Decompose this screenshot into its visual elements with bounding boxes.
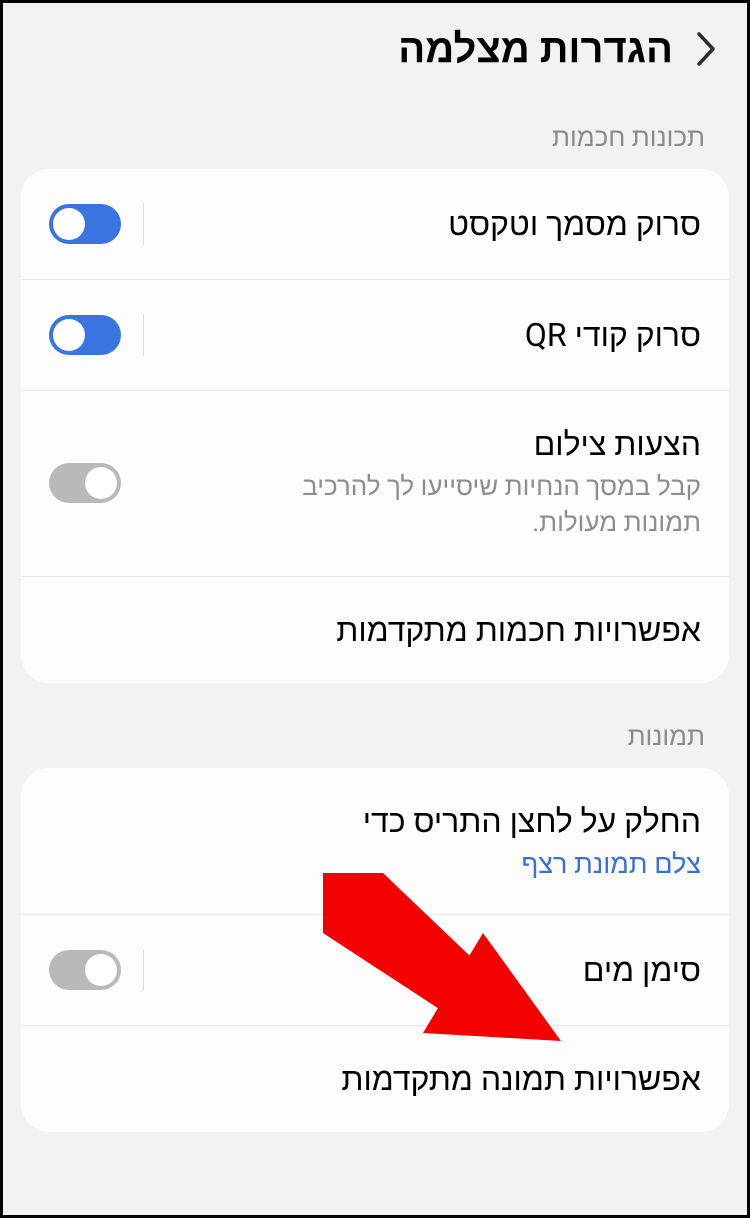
row-smart-advanced[interactable]: אפשרויות חכמות מתקדמות <box>21 576 729 683</box>
toggle-shooting-suggestions[interactable] <box>49 463 121 503</box>
row-subtitle: קבל במסך הנחיות שיסייעו לך להרכיב תמונות… <box>231 469 701 542</box>
row-title: סימן מים <box>144 951 701 989</box>
row-swipe-shutter[interactable]: החלק על לחצן התריס כדי צלם תמונת רצף <box>21 768 729 914</box>
page-title: הגדרות מצלמה <box>398 25 673 72</box>
toggle-watermark[interactable] <box>49 950 121 990</box>
row-picture-advanced[interactable]: אפשרויות תמונה מתקדמות <box>21 1025 729 1132</box>
row-title: אפשרויות תמונה מתקדמות <box>49 1060 701 1098</box>
row-title: סרוק מסמך וטקסט <box>144 205 701 243</box>
card-smart: סרוק מסמך וטקסט סרוק קודי QR הצעות צילום… <box>21 169 729 683</box>
row-title: החלק על לחצן התריס כדי <box>49 802 701 840</box>
toggle-scan-doc[interactable] <box>49 204 121 244</box>
section-label-smart: תכונות חכמות <box>3 122 747 169</box>
row-scan-doc[interactable]: סרוק מסמך וטקסט <box>21 169 729 279</box>
row-title: אפשרויות חכמות מתקדמות <box>49 611 701 649</box>
separator <box>143 314 144 356</box>
section-label-pictures: תמונות <box>3 721 747 768</box>
back-icon[interactable] <box>695 30 717 68</box>
row-shooting-suggestions[interactable]: הצעות צילום קבל במסך הנחיות שיסייעו לך ל… <box>21 390 729 576</box>
row-scan-qr[interactable]: סרוק קודי QR <box>21 279 729 390</box>
row-watermark[interactable]: סימן מים <box>21 914 729 1025</box>
row-subtitle-link: צלם תמונת רצף <box>49 848 701 880</box>
row-title: הצעות צילום <box>121 425 701 463</box>
card-pictures: החלק על לחצן התריס כדי צלם תמונת רצף סימ… <box>21 768 729 1132</box>
separator <box>143 203 144 245</box>
row-title: סרוק קודי QR <box>144 316 701 354</box>
separator <box>143 949 144 991</box>
header: הגדרות מצלמה <box>3 3 747 122</box>
toggle-scan-qr[interactable] <box>49 315 121 355</box>
